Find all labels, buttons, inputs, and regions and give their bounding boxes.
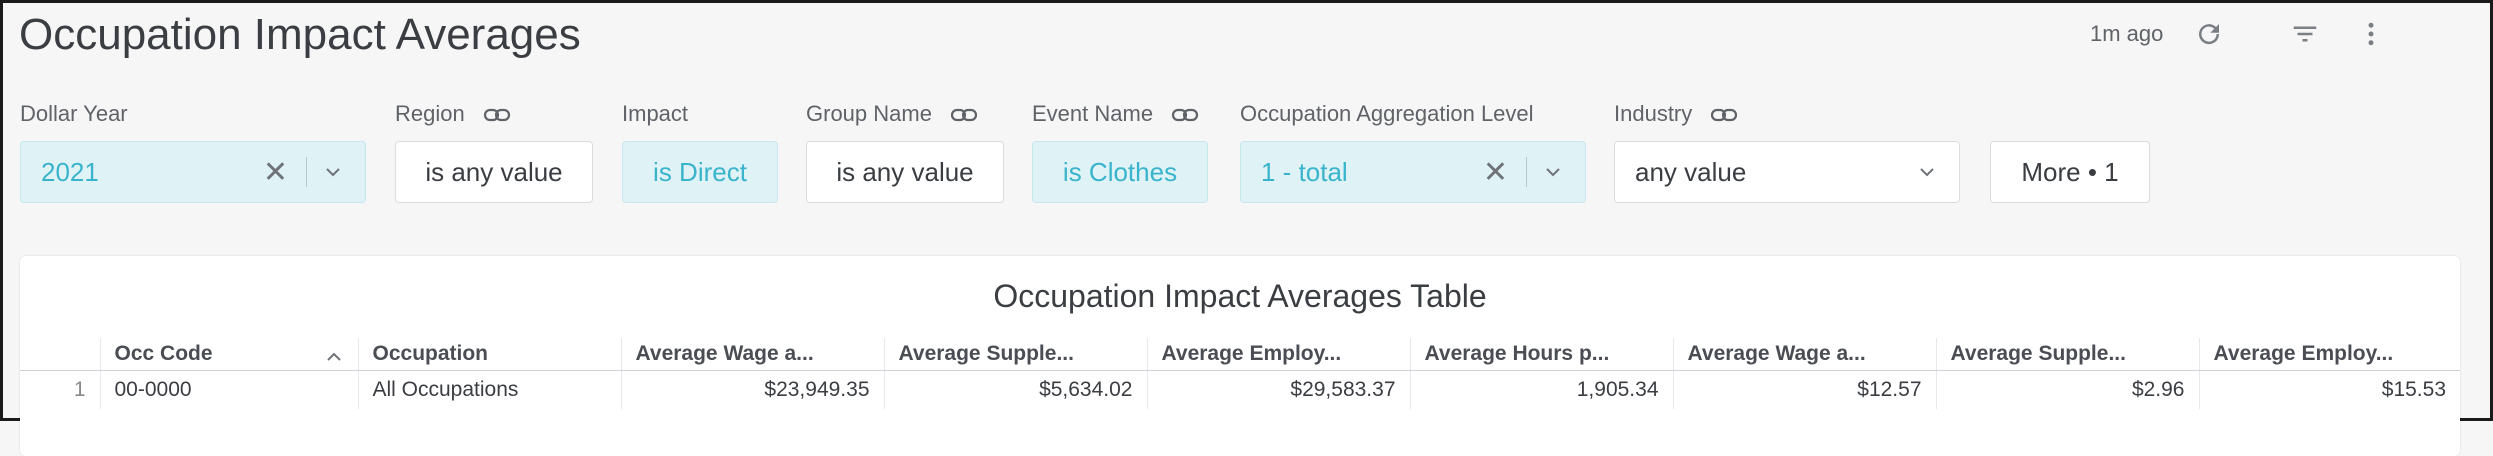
filter-label-impact: Impact (622, 101, 689, 126)
filter-label-region: Region (395, 101, 511, 127)
table-card: Occupation Impact Averages Table Occ Cod… (20, 256, 2460, 456)
table-cell: 1,905.34 (1409, 370, 1673, 409)
filter-region[interactable]: is any value (395, 141, 593, 203)
column-header-average-supplement-2[interactable]: Average Supple... (1935, 338, 2199, 371)
link-icon (483, 109, 510, 122)
filter-label-dollar-year: Dollar Year (20, 101, 128, 126)
filter-label-event-name: Event Name (1032, 101, 1199, 127)
filter-event-name[interactable]: is Clothes (1032, 141, 1208, 203)
row-number-header (20, 338, 100, 371)
column-header-average-supplement[interactable]: Average Supple... (883, 338, 1147, 371)
table-cell: 00-0000 (99, 370, 358, 409)
filter-label-occupation-aggregation-level: Occupation Aggregation Level (1240, 101, 1534, 126)
table-cell: $12.57 (1672, 370, 1936, 409)
refresh-icon[interactable] (2194, 19, 2224, 49)
column-header-average-hours[interactable]: Average Hours p... (1409, 338, 1673, 371)
column-header-occupation[interactable]: Occupation (357, 338, 621, 371)
filter-group-name[interactable]: is any value (806, 141, 1004, 203)
column-header-average-wage[interactable]: Average Wage a... (620, 338, 884, 371)
filter-label-group-name: Group Name (806, 101, 978, 127)
table-row: 1 00-0000 All Occupations $23,949.35 $5,… (20, 370, 2460, 409)
table-cell: $5,634.02 (883, 370, 1147, 409)
more-filters-button[interactable]: More • 1 (1990, 141, 2150, 203)
filter-impact[interactable]: is Direct (622, 141, 778, 203)
filter-icon[interactable] (2290, 19, 2320, 49)
header-actions: 1m ago (2090, 3, 2490, 65)
table-cell: All Occupations (357, 370, 621, 409)
clear-icon[interactable]: ✕ (1483, 155, 1508, 190)
column-header-average-employee-2[interactable]: Average Employ... (2198, 338, 2460, 371)
column-header-average-wage-2[interactable]: Average Wage a... (1672, 338, 1936, 371)
chevron-down-icon[interactable] (1541, 160, 1565, 184)
link-icon (1711, 109, 1738, 122)
more-vertical-icon[interactable] (2356, 19, 2386, 49)
table-cell: $23,949.35 (620, 370, 884, 409)
filter-label-industry: Industry (1614, 101, 1738, 127)
table-cell: $15.53 (2198, 370, 2460, 409)
last-updated-text: 1m ago (2090, 21, 2164, 46)
chevron-down-icon[interactable] (1915, 160, 1939, 184)
filter-industry[interactable]: any value (1614, 141, 1960, 203)
column-header-occ-code[interactable]: Occ Code (99, 338, 358, 371)
filter-occupation-aggregation-level[interactable]: 1 - total ✕ (1240, 141, 1586, 203)
link-icon (1172, 109, 1199, 122)
table-cell: $2.96 (1935, 370, 2199, 409)
table-title: Occupation Impact Averages Table (993, 278, 1487, 314)
sort-ascending-icon[interactable] (324, 350, 344, 364)
clear-icon[interactable]: ✕ (263, 155, 288, 190)
table-cell: $29,583.37 (1146, 370, 1410, 409)
column-header-average-employee[interactable]: Average Employ... (1146, 338, 1410, 371)
chevron-down-icon[interactable] (321, 160, 345, 184)
page-title: Occupation Impact Averages (19, 10, 581, 59)
row-number: 1 (73, 378, 86, 401)
link-icon (950, 109, 978, 122)
data-table: Occ Code Occupation Average Wage a... Av… (20, 338, 2460, 409)
filter-dollar-year[interactable]: 2021 ✕ (20, 141, 366, 203)
table-header-row: Occ Code Occupation Average Wage a... Av… (20, 338, 2460, 371)
